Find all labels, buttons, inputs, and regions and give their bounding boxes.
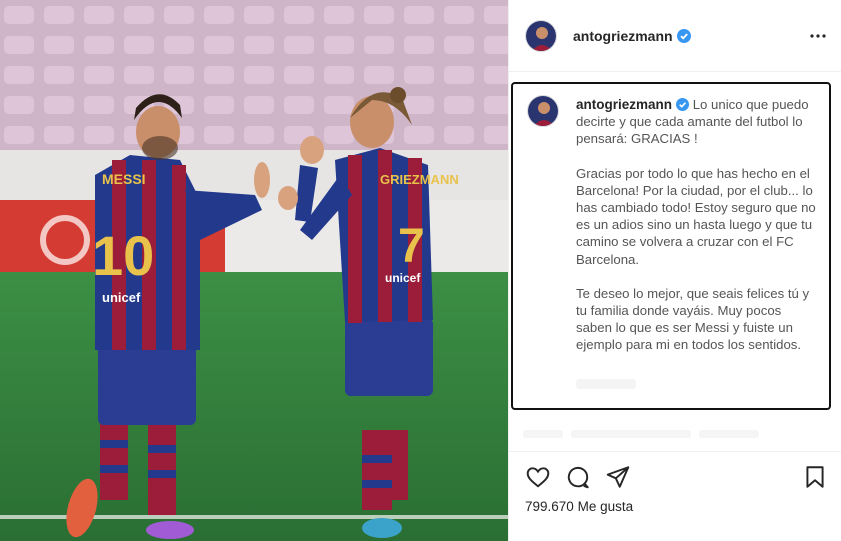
caption-text: antogriezmann Lo unico que puedo decirte… [576, 96, 816, 371]
bookmark-icon[interactable] [802, 464, 828, 490]
more-options-icon[interactable] [806, 24, 830, 48]
post-actions: 799.670 Me gusta [509, 451, 841, 541]
faded-comment-placeholder [523, 425, 823, 445]
likes-count[interactable]: 799.670 Me gusta [525, 499, 633, 514]
sponsor-print-left: unicef [102, 290, 141, 305]
post-photo[interactable]: MESSI 10 unicef GRIEZMANN 7 unicef [0, 0, 508, 541]
caption-username[interactable]: antogriezmann [576, 97, 672, 112]
profile-username[interactable]: antogriezmann [573, 28, 691, 44]
griezmann-name-print: GRIEZMANN [380, 172, 459, 187]
post-details-panel: antogriezmann antogriezmann Lo unico que… [508, 0, 841, 541]
caption-paragraph-2: Gracias por todo lo que has hecho en el … [576, 165, 816, 267]
messi-number-print: 10 [92, 224, 154, 287]
messi-name-print: MESSI [102, 171, 146, 187]
comment-icon[interactable] [565, 464, 591, 490]
caption-paragraph-3: Te deseo lo mejor, que seais felices tú … [576, 285, 810, 353]
likes-label: Me gusta [577, 499, 634, 514]
post-header: antogriezmann [509, 0, 841, 72]
verified-badge-icon [676, 29, 691, 43]
verified-badge-icon [676, 98, 690, 111]
username-link[interactable]: antogriezmann [573, 28, 673, 44]
griezmann-number-print: 7 [398, 220, 425, 273]
heart-icon[interactable] [525, 464, 551, 490]
caption-avatar[interactable] [527, 95, 559, 127]
paper-plane-icon[interactable] [605, 464, 631, 490]
caption-box: antogriezmann Lo unico que puedo decirte… [511, 82, 831, 410]
profile-avatar[interactable] [525, 20, 557, 52]
sponsor-print-right: unicef [385, 271, 421, 285]
faded-timestamp-placeholder [576, 379, 636, 389]
likes-number: 799.670 [525, 499, 574, 514]
